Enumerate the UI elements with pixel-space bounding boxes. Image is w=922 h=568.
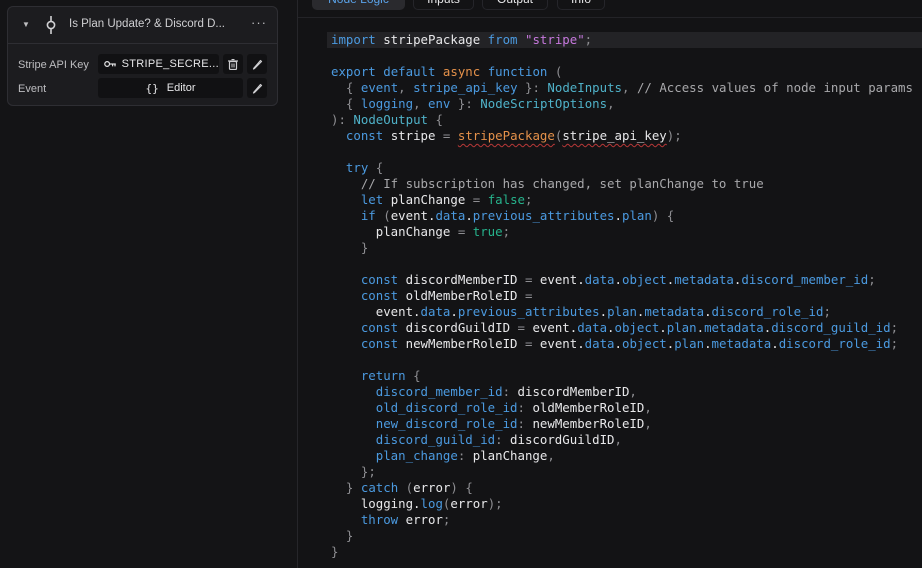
code-line[interactable]: discord_guild_id: discordGuildID,: [331, 432, 922, 448]
code-line[interactable]: try {: [331, 160, 922, 176]
code-line[interactable]: let planChange = false;: [331, 192, 922, 208]
field-row-event: Event {} Editor: [8, 78, 277, 100]
edit-button[interactable]: [247, 54, 267, 74]
code-line[interactable]: ): NodeOutput {: [331, 112, 922, 128]
code-line[interactable]: { logging, env }: NodeScriptOptions,: [331, 96, 922, 112]
tab-inputs[interactable]: Inputs: [413, 0, 474, 10]
code-line[interactable]: return {: [331, 368, 922, 384]
edit-button[interactable]: [247, 78, 267, 98]
code-line[interactable]: }: [331, 544, 922, 560]
node-commit-icon: [46, 16, 56, 34]
code-line[interactable]: old_discord_role_id: oldMemberRoleID,: [331, 400, 922, 416]
pencil-icon: [252, 59, 262, 70]
code-line[interactable]: [331, 48, 922, 64]
code-line[interactable]: plan_change: planChange,: [331, 448, 922, 464]
delete-button[interactable]: [223, 54, 243, 74]
stripe-api-key-field[interactable]: STRIPE_SECRE...: [98, 54, 219, 74]
code-line[interactable]: }: [331, 240, 922, 256]
code-line[interactable]: export default async function (: [331, 64, 922, 80]
field-label: Event: [18, 83, 47, 95]
code-line[interactable]: planChange = true;: [331, 224, 922, 240]
code-line[interactable]: [331, 352, 922, 368]
code-line[interactable]: }: [331, 528, 922, 544]
tab-node-logic[interactable]: Node Logic: [312, 0, 405, 10]
node-title: Is Plan Update? & Discord D...: [69, 18, 225, 30]
left-pane: ▼ Is Plan Update? & Discord D... ··· Str…: [0, 0, 297, 568]
field-value: Editor: [166, 82, 196, 94]
pencil-icon: [252, 83, 262, 94]
code-line[interactable]: event.data.previous_attributes.plan.meta…: [331, 304, 922, 320]
code-line[interactable]: new_discord_role_id: newMemberRoleID,: [331, 416, 922, 432]
node-card: ▼ Is Plan Update? & Discord D... ··· Str…: [7, 6, 278, 106]
code-line[interactable]: import stripePackage from "stripe";: [327, 32, 922, 48]
tab-info[interactable]: Info: [557, 0, 605, 10]
code-line[interactable]: if (event.data.previous_attributes.plan)…: [331, 208, 922, 224]
code-line[interactable]: } catch (error) {: [331, 480, 922, 496]
trash-icon: [228, 58, 238, 70]
code-line[interactable]: const discordMemberID = event.data.objec…: [331, 272, 922, 288]
node-header[interactable]: ▼ Is Plan Update? & Discord D... ···: [8, 7, 277, 44]
code-pane: Node Logic Inputs Output Info import str…: [298, 0, 922, 568]
code-editor[interactable]: import stripePackage from "stripe"; expo…: [327, 32, 922, 560]
code-line[interactable]: const stripe = stripePackage(stripe_api_…: [331, 128, 922, 144]
field-label: Stripe API Key: [18, 59, 89, 71]
code-line[interactable]: logging.log(error);: [331, 496, 922, 512]
field-value: STRIPE_SECRE...: [121, 58, 219, 70]
code-line[interactable]: { event, stripe_api_key }: NodeInputs, /…: [331, 80, 922, 96]
tab-bar: Node Logic Inputs Output Info: [298, 0, 922, 12]
code-line[interactable]: [331, 144, 922, 160]
code-line[interactable]: const oldMemberRoleID =: [331, 288, 922, 304]
code-line[interactable]: const newMemberRoleID = event.data.objec…: [331, 336, 922, 352]
code-line[interactable]: throw error;: [331, 512, 922, 528]
code-line[interactable]: [331, 256, 922, 272]
tab-output[interactable]: Output: [482, 0, 548, 10]
code-line[interactable]: };: [331, 464, 922, 480]
code-line[interactable]: // If subscription has changed, set plan…: [331, 176, 922, 192]
more-options-icon[interactable]: ···: [251, 15, 267, 30]
tab-bar-divider: [298, 17, 922, 18]
braces-icon: {}: [145, 81, 159, 95]
key-icon: [104, 61, 116, 67]
code-line[interactable]: const discordGuildID = event.data.object…: [331, 320, 922, 336]
field-row-stripe-api-key: Stripe API Key STRIPE_SECRE...: [8, 54, 277, 76]
event-editor-field[interactable]: {} Editor: [98, 78, 243, 98]
code-line[interactable]: discord_member_id: discordMemberID,: [331, 384, 922, 400]
collapse-caret-icon[interactable]: ▼: [22, 20, 30, 29]
